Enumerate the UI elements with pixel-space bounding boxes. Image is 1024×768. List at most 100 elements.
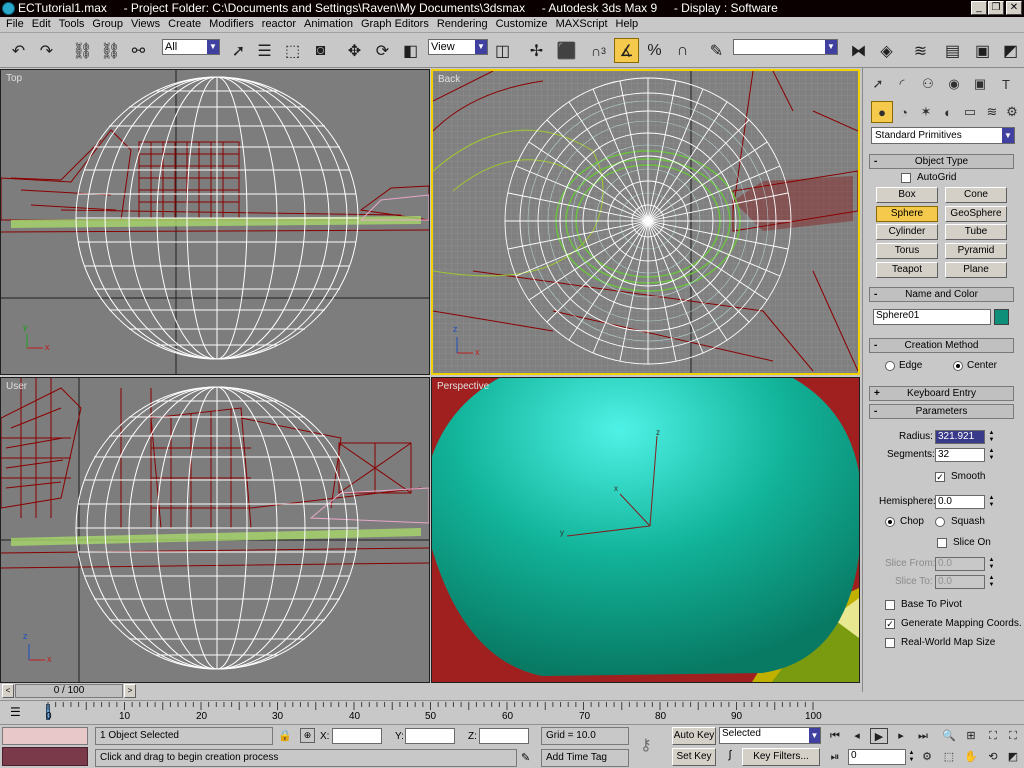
window-crossing-icon[interactable]: ◙ <box>308 38 333 63</box>
geometry-icon[interactable]: ● <box>871 101 893 123</box>
named-selection-dropdown[interactable]: ▼ <box>733 39 838 55</box>
slice-to-input[interactable]: 0.0 <box>935 575 985 589</box>
menu-create[interactable]: Create <box>164 17 205 32</box>
rollout-parameters[interactable]: - Parameters <box>869 404 1014 419</box>
slice-to-spinner[interactable]: ▲ ▼ <box>987 575 996 589</box>
redo-icon[interactable]: ↷ <box>34 38 59 63</box>
systems-icon[interactable]: ⚙ <box>1001 101 1023 123</box>
z-coord-input[interactable] <box>479 728 529 744</box>
torus-button[interactable]: Torus <box>876 243 938 259</box>
play-icon[interactable]: ▶ <box>870 728 888 744</box>
shapes-icon[interactable]: ◔ <box>893 101 915 123</box>
geosphere-button[interactable]: GeoSphere <box>945 206 1007 222</box>
create-tab-icon[interactable]: ➚ <box>867 73 889 95</box>
autogrid-checkbox[interactable] <box>901 173 911 183</box>
viewport-label-top[interactable]: Top <box>6 73 22 84</box>
teapot-button[interactable]: Teapot <box>876 262 938 278</box>
bind-space-warp-icon[interactable]: ⚯ <box>126 38 151 63</box>
slice-from-input[interactable]: 0.0 <box>935 557 985 571</box>
time-config-icon[interactable]: ⚙ <box>918 749 936 765</box>
cylinder-button[interactable]: Cylinder <box>876 224 938 240</box>
cone-button[interactable]: Cone <box>945 187 1007 203</box>
radius-input[interactable]: 321.921 <box>935 430 985 444</box>
go-to-start-icon[interactable]: ⏮ <box>826 728 844 744</box>
material-editor-icon[interactable]: ▣ <box>970 38 995 63</box>
next-frame-icon[interactable]: ▸ <box>892 728 910 744</box>
utilities-tab-icon[interactable]: T <box>995 73 1017 95</box>
key-mode-toggle-icon[interactable]: ⏯ <box>826 749 844 765</box>
menu-group[interactable]: Group <box>88 17 127 32</box>
pan-icon[interactable]: ✋ <box>962 749 980 765</box>
keyboard-shortcut-icon[interactable]: ⬛ <box>554 38 579 63</box>
select-manipulate-icon[interactable]: ✢ <box>524 38 549 63</box>
pyramid-button[interactable]: Pyramid <box>945 243 1007 259</box>
sphere-button[interactable]: Sphere <box>876 206 938 222</box>
menu-file[interactable]: File <box>0 17 28 32</box>
angle-snap-icon[interactable]: ∡ <box>614 38 639 63</box>
key-tangent-icon[interactable]: ∫ <box>720 749 740 766</box>
box-button[interactable]: Box <box>876 187 938 203</box>
slice-on-checkbox[interactable] <box>937 538 947 548</box>
motion-tab-icon[interactable]: ◉ <box>943 73 965 95</box>
smooth-checkbox[interactable]: ✓ <box>935 472 945 482</box>
menu-tools[interactable]: Tools <box>55 17 89 32</box>
menu-graph-editors[interactable]: Graph Editors <box>357 17 433 32</box>
viewport-back[interactable]: Back z x <box>431 69 860 375</box>
key-filters-button[interactable]: Key Filters... <box>742 748 820 766</box>
helpers-icon[interactable]: ▭ <box>959 101 981 123</box>
select-link-icon[interactable]: ⛓ <box>70 38 95 63</box>
menu-rendering[interactable]: Rendering <box>433 17 492 32</box>
menu-help[interactable]: Help <box>612 17 643 32</box>
move-icon[interactable]: ✥ <box>342 38 367 63</box>
pivot-center-icon[interactable]: ◫ <box>490 38 515 63</box>
maximize-button[interactable]: ❐ <box>988 1 1004 15</box>
time-tag-icon[interactable]: ✎ <box>521 751 530 764</box>
percent-snap-icon[interactable]: % <box>642 38 667 63</box>
select-object-icon[interactable]: ➚ <box>226 38 251 63</box>
spinner-snap-icon[interactable]: ∩ <box>670 38 695 63</box>
curve-editor-icon[interactable]: ▤ <box>940 38 965 63</box>
unlink-icon[interactable]: ⛓ <box>98 38 123 63</box>
x-coord-input[interactable] <box>332 728 382 744</box>
zoom-all-icon[interactable]: ⊞ <box>962 728 980 744</box>
minimize-button[interactable]: _ <box>971 1 987 15</box>
previous-frame-icon[interactable]: ◂ <box>848 728 866 744</box>
maxscript-listener-bottom[interactable] <box>2 747 88 766</box>
viewport-perspective[interactable]: Perspective z x y <box>431 377 860 683</box>
align-icon[interactable]: ◈ <box>874 38 899 63</box>
auto-key-button[interactable]: Auto Key <box>672 727 716 745</box>
menu-customize[interactable]: Customize <box>492 17 552 32</box>
viewport-top[interactable]: Top y x <box>0 69 430 375</box>
layer-manager-icon[interactable]: ≋ <box>908 38 933 63</box>
track-bar[interactable]: ☰ 0 10 20 30 40 50 60 70 80 90 100 <box>0 700 1024 724</box>
modify-tab-icon[interactable]: ◜ <box>891 73 913 95</box>
cameras-icon[interactable]: ◐ <box>937 101 959 123</box>
time-prev-button[interactable]: < <box>2 684 14 698</box>
center-radio[interactable] <box>953 361 963 371</box>
hemisphere-spinner[interactable]: ▲ ▼ <box>987 495 996 509</box>
current-frame-input[interactable]: 0 <box>848 749 906 765</box>
zoom-extents-all-icon[interactable]: ⛶ <box>1004 728 1022 744</box>
go-to-end-icon[interactable]: ⏭ <box>914 728 932 744</box>
rollout-keyboard-entry[interactable]: + Keyboard Entry <box>869 386 1014 401</box>
render-icon[interactable]: ◩ <box>998 38 1023 63</box>
y-coord-input[interactable] <box>405 728 455 744</box>
time-next-button[interactable]: > <box>124 684 136 698</box>
object-name-input[interactable]: Sphere01 <box>873 309 991 325</box>
object-color-swatch[interactable] <box>994 309 1009 325</box>
set-key-button[interactable]: Set Key <box>672 748 716 766</box>
reference-coord-dropdown[interactable]: View ▼ <box>428 39 488 55</box>
hierarchy-tab-icon[interactable]: ⚇ <box>917 73 939 95</box>
viewport-label-perspective[interactable]: Perspective <box>437 381 489 392</box>
add-time-tag[interactable]: Add Time Tag <box>541 749 629 767</box>
region-zoom-icon[interactable]: ⬚ <box>940 749 958 765</box>
segments-spinner[interactable]: ▲ ▼ <box>987 448 996 462</box>
generate-mapping-checkbox[interactable]: ✓ <box>885 619 895 629</box>
menu-edit[interactable]: Edit <box>28 17 55 32</box>
segments-input[interactable]: 32 <box>935 448 985 462</box>
radius-spinner[interactable]: ▲ ▼ <box>987 430 996 444</box>
viewport-user[interactable]: User z x <box>0 377 430 683</box>
slice-from-spinner[interactable]: ▲ ▼ <box>987 557 996 571</box>
viewport-label-back[interactable]: Back <box>438 74 460 85</box>
orbit-icon[interactable]: ⟲ <box>984 749 1002 765</box>
